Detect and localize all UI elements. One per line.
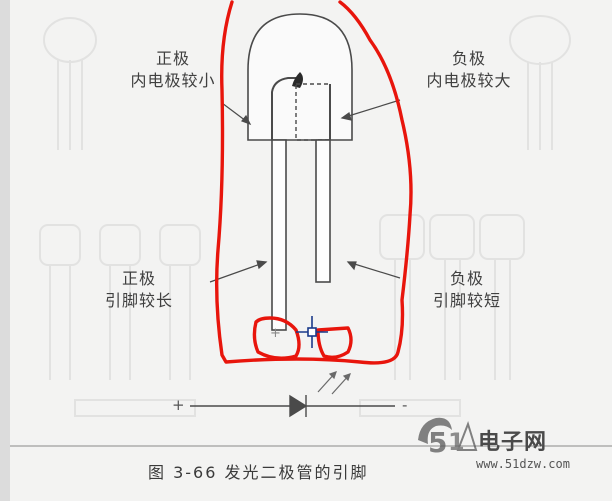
short-lead	[315, 139, 331, 283]
diagram-canvas: 5 1 正极 内电极较小 负极 内电极较大 正极 引脚较长 负极 引脚较短 +	[0, 0, 612, 501]
figure-caption: 图 3-66 发光二极管的引脚	[148, 463, 369, 482]
led-leads	[271, 139, 331, 331]
pos-electrode-line1: 正极	[155, 49, 190, 68]
pos-lead-line2: 引脚较长	[104, 291, 173, 310]
watermark-brand: 电子网	[478, 430, 548, 455]
site-logo: 5 1	[418, 417, 478, 459]
pos-lead-label: 正极 引脚较长	[74, 268, 204, 312]
pos-electrode-line2: 内电极较小	[130, 71, 216, 90]
neg-lead-line1: 负极	[449, 269, 484, 288]
long-lead	[271, 139, 287, 331]
svg-text:5: 5	[428, 426, 447, 459]
neg-electrode-line1: 负极	[451, 49, 486, 68]
crosshair-cursor-icon	[296, 316, 328, 348]
symbol-minus: -	[402, 396, 408, 414]
pad-plus-mark: +	[270, 326, 281, 341]
neg-lead-label: 负极 引脚较短	[402, 268, 532, 312]
diode-symbol	[190, 394, 395, 418]
light-rays	[317, 371, 351, 395]
symbol-plus: +	[172, 396, 185, 414]
neg-electrode-line2: 内电极较大	[426, 71, 512, 90]
pos-electrode-label: 正极 内电极较小	[108, 48, 238, 92]
neg-electrode-label: 负极 内电极较大	[394, 48, 544, 92]
pos-lead-line1: 正极	[121, 269, 156, 288]
neg-lead-line2: 引脚较短	[432, 291, 501, 310]
watermark-url: www.51dzw.com	[476, 457, 570, 471]
svg-text:1: 1	[448, 428, 465, 456]
